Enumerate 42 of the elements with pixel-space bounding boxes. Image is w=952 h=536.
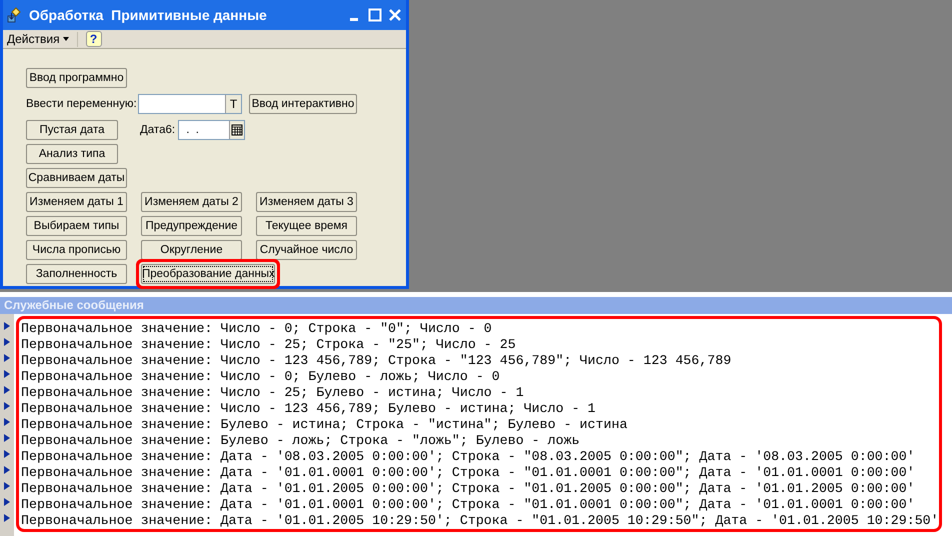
message-line: Первоначальное значение: Булево - истина; Строка - "истина"; Булево - истина	[21, 417, 628, 433]
panel-title: Служебные сообщения	[0, 297, 952, 314]
maximize-icon[interactable]	[368, 8, 382, 22]
form-button[interactable]: Ввод программно	[26, 68, 127, 88]
message-line: Первоначальное значение: Число - 25; Строка - "25"; Число - 25	[21, 337, 517, 353]
message-line: Первоначальное значение: Число - 0; Булево - ложь; Число - 0	[21, 369, 501, 385]
message-line: Первоначальное значение: Число - 123 456,789; Строка - "123 456,789"; Число - 123 456,789	[21, 353, 732, 369]
help-button[interactable]: ?	[86, 31, 102, 47]
form-button[interactable]: Изменяем даты 3	[256, 192, 357, 212]
message-line: Первоначальное значение: Булево - ложь; Строка - "ложь"; Булево - ложь	[21, 433, 581, 449]
form-button[interactable]: Предупреждение	[141, 216, 242, 236]
form-button[interactable]: Сравниваем даты	[26, 168, 127, 188]
app-icon	[7, 7, 23, 23]
close-icon[interactable]	[388, 8, 402, 22]
message-line: Первоначальное значение: Дата - '01.01.0001 0:00:00'; Строка - "01.01.0001 0:00:00"; Дата - '01.01.0001 0:00:00'	[21, 497, 916, 513]
window-title: Обработка Примитивные данные	[29, 7, 268, 23]
calendar-icon[interactable]	[229, 121, 244, 139]
actions-menu[interactable]: Действия	[7, 32, 69, 46]
message-line: Первоначальное значение: Дата - '01.01.2005 0:00:00'; Строка - "01.01.2005 0:00:00"; Дата - '01.01.2005 0:00:00'	[21, 481, 916, 497]
form-button[interactable]: Числа прописью	[26, 240, 127, 260]
form-button[interactable]: Текущее время	[256, 216, 357, 236]
form-button[interactable]: Изменяем даты 1	[26, 192, 127, 212]
field-button[interactable]: T	[225, 95, 241, 113]
message-line: Первоначальное значение: Дата - '01.01.2005 10:29:50'; Строка - "01.01.2005 10:29:50"; Дата - '01.01.2005 10:29:50'	[21, 513, 939, 529]
message-line: Первоначальное значение: Число - 25; Булево - истина; Число - 1	[21, 385, 525, 401]
form-button[interactable]: Случайное число	[256, 240, 357, 260]
form-button[interactable]: Выбираем типы	[26, 216, 127, 236]
message-line: Первоначальное значение: Дата - '01.01.0001 0:00:00'; Строка - "01.01.0001 0:00:00"; Дата - '01.01.0001 0:00:00'	[21, 465, 916, 481]
form-button[interactable]: Анализ типа	[26, 144, 118, 164]
form-button[interactable]: Изменяем даты 2	[141, 192, 242, 212]
field-label: Дата6:	[140, 124, 176, 136]
date-field[interactable]: . .	[178, 120, 245, 140]
text-field[interactable]: T	[138, 94, 242, 114]
form-button[interactable]: Пустая дата	[26, 120, 118, 140]
field-label: Ввести переменную:	[26, 98, 137, 110]
caret-icon	[62, 37, 69, 41]
form-button[interactable]: Округление	[141, 240, 242, 260]
message-line: Первоначальное значение: Число - 123 456,789; Булево - истина; Число - 1	[21, 401, 597, 417]
message-line: Первоначальное значение: Число - 0; Строка - "0"; Число - 0	[21, 321, 493, 337]
form-button[interactable]: Ввод интерактивно	[249, 94, 357, 114]
message-line: Первоначальное значение: Дата - '08.03.2005 0:00:00'; Строка - "08.03.2005 0:00:00"; Дата - '08.03.2005 0:00:00'	[21, 449, 916, 465]
form-button[interactable]: Заполненность	[26, 264, 127, 284]
